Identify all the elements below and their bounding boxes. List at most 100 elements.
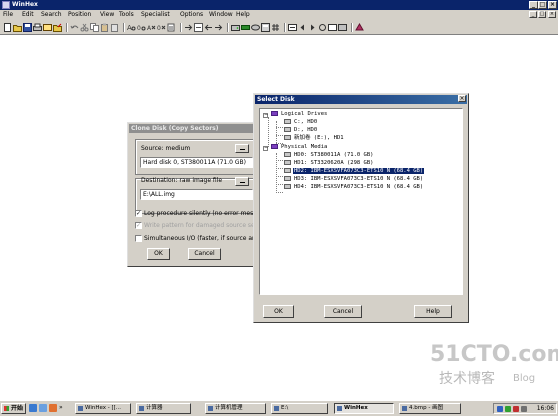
- menu-help[interactable]: Help: [236, 11, 250, 18]
- tray-security-icon[interactable]: [505, 406, 511, 412]
- replace-text-icon[interactable]: A: [147, 23, 156, 32]
- close-button[interactable]: ×: [548, 1, 557, 9]
- select-cancel-button[interactable]: Cancel: [324, 305, 362, 318]
- open-disk-icon[interactable]: [231, 23, 240, 32]
- tray-volume-icon[interactable]: [513, 406, 519, 412]
- menu-tools[interactable]: Tools: [119, 11, 134, 18]
- menu-specialist[interactable]: Specialist: [141, 11, 170, 18]
- select-disk-close-button[interactable]: ×: [458, 95, 466, 102]
- ram-editor-icon[interactable]: [241, 23, 250, 32]
- last-icon[interactable]: [318, 23, 327, 32]
- more-icon[interactable]: »: [59, 404, 67, 412]
- find-again-icon[interactable]: [167, 23, 176, 32]
- window-icon[interactable]: [338, 23, 347, 32]
- tree-drive-d[interactable]: D:, HD0: [284, 126, 318, 134]
- task-winhex-1[interactable]: WinHex - [[...: [75, 403, 131, 414]
- open-file-icon[interactable]: [13, 23, 22, 32]
- source-label: Source: medium: [141, 145, 191, 152]
- select-disk-dialog: Select Disk × − Logical Drives C:, HD0 D…: [253, 93, 469, 323]
- info-icon[interactable]: [355, 23, 364, 32]
- hash-icon[interactable]: [271, 23, 280, 32]
- new-file-icon[interactable]: [3, 23, 12, 32]
- tree-drive-c[interactable]: C:, HD0: [284, 118, 318, 126]
- physical-media-icon: [271, 144, 278, 149]
- menu-window[interactable]: Window: [209, 11, 233, 18]
- menu-position[interactable]: Position: [68, 11, 91, 18]
- menu-search[interactable]: Search: [41, 11, 62, 18]
- source-field[interactable]: Hard disk 0, ST380011A (71.0 GB): [140, 157, 253, 168]
- paste-icon[interactable]: [100, 23, 109, 32]
- undo-icon[interactable]: [70, 23, 79, 32]
- first-icon[interactable]: [308, 23, 317, 32]
- clone-ok-button[interactable]: OK: [147, 248, 170, 260]
- save-icon[interactable]: [23, 23, 32, 32]
- task-paint[interactable]: 4.bmp - 画图: [399, 403, 461, 414]
- disk-editor-icon[interactable]: [251, 23, 260, 32]
- mdi-minimize-button[interactable]: _: [529, 11, 537, 18]
- tree-hd0[interactable]: HD0: ST380011A (71.0 GB): [284, 151, 374, 159]
- hard-disk-icon: [284, 160, 291, 165]
- goto-offset-icon[interactable]: [184, 23, 193, 32]
- task-e-drive[interactable]: E:\: [271, 403, 328, 414]
- menu-edit[interactable]: Edit: [22, 11, 34, 18]
- menu-file[interactable]: File: [3, 11, 13, 18]
- print-icon[interactable]: [33, 23, 42, 32]
- svg-text:A: A: [127, 24, 132, 32]
- next-icon[interactable]: [288, 23, 297, 32]
- destination-browse-button[interactable]: [235, 177, 249, 186]
- task-winhex-2[interactable]: WinHex: [334, 403, 394, 414]
- destination-field[interactable]: E:\ALL.img: [140, 189, 253, 200]
- replace-hex-icon[interactable]: 0: [157, 23, 166, 32]
- log-silently-checkbox[interactable]: ✓: [135, 210, 142, 217]
- back-icon[interactable]: [194, 23, 203, 32]
- copy-icon[interactable]: [90, 23, 99, 32]
- system-tray: 16:06: [493, 403, 557, 414]
- tree-hd3[interactable]: HD3: IBM-ESXSVFA073C3-ETS10 N (68.4 GB): [284, 175, 424, 183]
- desktop-icon[interactable]: [39, 404, 47, 412]
- media-icon[interactable]: [49, 404, 57, 412]
- cut-icon[interactable]: [80, 23, 89, 32]
- paste-special-icon[interactable]: [110, 23, 119, 32]
- menu-view[interactable]: View: [100, 11, 114, 18]
- minimize-button[interactable]: _: [529, 1, 538, 9]
- mdi-restore-button[interactable]: □: [538, 11, 546, 18]
- select-disk-title: Select Disk: [255, 95, 467, 104]
- source-browse-button[interactable]: [235, 144, 249, 153]
- menu-options[interactable]: Options: [180, 11, 203, 18]
- tree-hd2[interactable]: HD2: IBM-ESXSVFA073C3-ETS10 N (68.4 GB): [284, 167, 425, 175]
- forward-icon[interactable]: [204, 23, 213, 32]
- start-button[interactable]: 开始: [1, 403, 26, 414]
- prev-icon[interactable]: [298, 23, 307, 32]
- disk-tree[interactable]: − Logical Drives C:, HD0 D:, HD0 新加卷 (E:…: [259, 108, 463, 295]
- view-icon[interactable]: [328, 23, 337, 32]
- select-help-button[interactable]: Help: [414, 305, 452, 318]
- calculator-icon[interactable]: [261, 23, 270, 32]
- mdi-close-button[interactable]: ×: [548, 11, 556, 18]
- clone-cancel-button[interactable]: Cancel: [188, 248, 221, 260]
- watermark-blog-cn: 技术博客: [439, 371, 495, 387]
- maximize-button[interactable]: □: [538, 1, 547, 9]
- task-calculator[interactable]: 计算器: [136, 403, 191, 414]
- drive-icon: [284, 127, 291, 132]
- tree-logical-drives[interactable]: Logical Drives: [271, 110, 328, 118]
- logical-expander[interactable]: −: [263, 113, 268, 118]
- tray-misc-icon[interactable]: [521, 406, 527, 412]
- tree-hd1[interactable]: HD1: ST3320620A (298 GB): [284, 159, 374, 167]
- physical-expander[interactable]: −: [263, 146, 268, 151]
- app-title: WinHex: [12, 1, 38, 8]
- task-computer-management[interactable]: 计算机管理: [205, 403, 266, 414]
- properties-icon[interactable]: [43, 23, 52, 32]
- tray-network-icon[interactable]: [497, 406, 503, 412]
- tree-hd4[interactable]: HD4: IBM-ESXSVFA073C3-ETS10 N (68.4 GB): [284, 183, 424, 191]
- write-pattern-checkbox[interactable]: ✓: [135, 222, 142, 229]
- open-folder-icon[interactable]: [53, 23, 62, 32]
- find-text-icon[interactable]: A: [127, 23, 136, 32]
- simultaneous-io-checkbox[interactable]: [135, 235, 142, 242]
- tree-drive-e[interactable]: 新加卷 (E:), HD1: [284, 134, 345, 142]
- find-hex-icon[interactable]: 0: [137, 23, 146, 32]
- ie-icon[interactable]: [29, 404, 37, 412]
- select-ok-button[interactable]: OK: [263, 305, 294, 318]
- goto-icon[interactable]: [214, 23, 223, 32]
- tree-physical-media[interactable]: Physical Media: [271, 143, 328, 151]
- drive-icon: [284, 119, 291, 124]
